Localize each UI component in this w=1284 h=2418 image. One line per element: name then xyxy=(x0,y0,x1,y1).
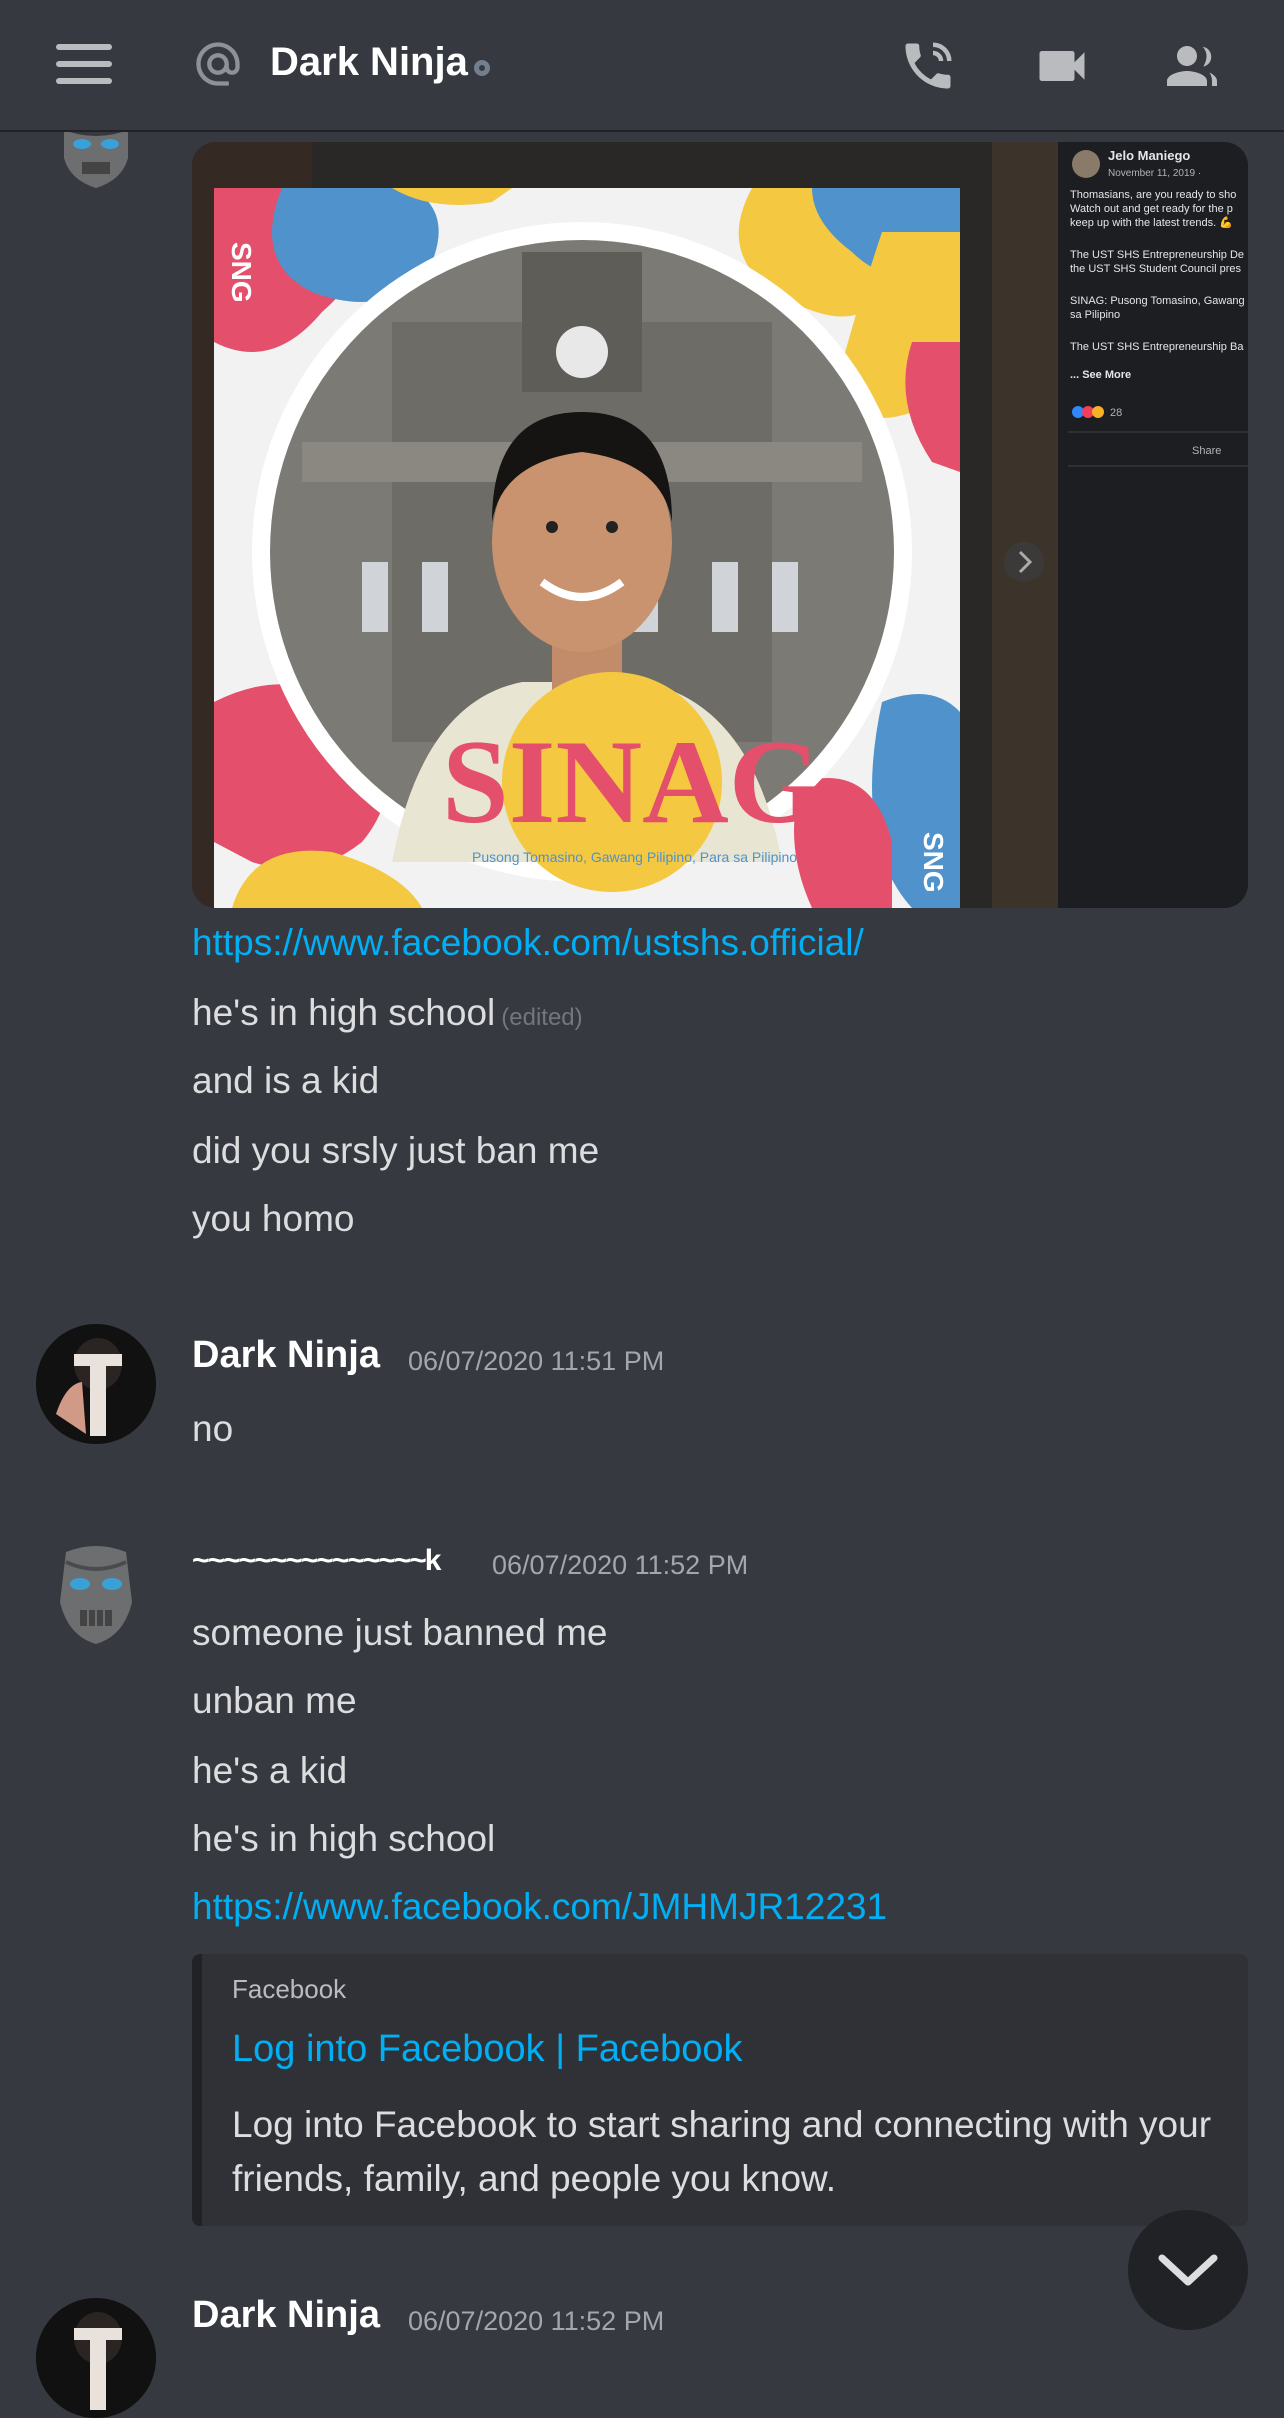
message-text: no xyxy=(192,1408,234,1449)
message-username[interactable]: Dark Ninja xyxy=(192,1334,380,1377)
message-username[interactable]: Dark Ninja xyxy=(192,2294,380,2337)
channel-header: Dark Ninja xyxy=(0,0,1284,132)
message-text: he's a kid xyxy=(192,1750,348,1791)
message-text: did you srsly just ban me xyxy=(192,1130,600,1171)
message-text: unban me xyxy=(192,1680,357,1721)
message-text: he's in high school (edited) xyxy=(192,992,583,1033)
svg-text:Share: Share xyxy=(1192,445,1221,457)
svg-text:Watch out and get ready for th: Watch out and get ready for the p xyxy=(1070,203,1233,215)
jump-to-bottom-button[interactable] xyxy=(1128,2210,1248,2330)
video-icon[interactable] xyxy=(1030,36,1094,96)
image-attachment[interactable]: SINAG Pusong Tomasino, Gawang Pilipino, … xyxy=(192,142,1248,908)
link-embed: Facebook Log into Facebook | Facebook Lo… xyxy=(192,1954,1248,2226)
svg-text:Jelo Maniego: Jelo Maniego xyxy=(1108,148,1190,163)
message-timestamp: 06/07/2020 11:52 PM xyxy=(492,1550,749,1580)
message-text: someone just banned me xyxy=(192,1612,608,1653)
message-timestamp: 06/07/2020 11:52 PM xyxy=(408,2306,665,2336)
svg-text:the UST SHS Student Council pr: the UST SHS Student Council pres xyxy=(1070,263,1241,275)
embed-provider: Facebook xyxy=(232,1974,347,2004)
svg-text:... See More: ... See More xyxy=(1070,369,1131,381)
members-icon[interactable] xyxy=(1160,36,1224,96)
message-link[interactable]: https://www.facebook.com/ustshs.official… xyxy=(192,922,864,964)
svg-text:28: 28 xyxy=(1110,407,1122,419)
message-text: and is a kid xyxy=(192,1060,380,1101)
svg-text:SINAG: Pusong Tomasino, Gawang: SINAG: Pusong Tomasino, Gawang xyxy=(1070,295,1245,307)
svg-text:November 11, 2019 ·: November 11, 2019 · xyxy=(1108,168,1201,179)
svg-text:keep up with the latest trends: keep up with the latest trends. 💪 xyxy=(1070,216,1233,229)
svg-text:SNG: SNG xyxy=(226,242,257,303)
user-avatar[interactable] xyxy=(36,2298,156,2418)
embed-title-link[interactable]: Log into Facebook | Facebook xyxy=(232,2028,743,2071)
edited-label: (edited) xyxy=(501,1004,583,1031)
svg-text:The UST SHS Entrepreneurship B: The UST SHS Entrepreneurship Ba xyxy=(1070,341,1244,353)
svg-text:SNG: SNG xyxy=(918,832,949,893)
svg-text:Pusong Tomasino, Gawang Pilipi: Pusong Tomasino, Gawang Pilipino, Para s… xyxy=(472,849,797,865)
message-text: he's in high school xyxy=(192,1818,496,1859)
at-icon xyxy=(196,42,240,86)
menu-icon[interactable] xyxy=(56,44,112,84)
user-avatar[interactable] xyxy=(36,1532,156,1652)
message-timestamp: 06/07/2020 11:51 PM xyxy=(408,1346,665,1376)
svg-text:Thomasians, are you ready to s: Thomasians, are you ready to sho xyxy=(1070,189,1236,201)
svg-text:The UST SHS Entrepreneurship D: The UST SHS Entrepreneurship De xyxy=(1070,249,1244,261)
channel-title[interactable]: Dark Ninja xyxy=(270,40,468,85)
message-username[interactable]: ~~~~~~~~~~~~~~~k xyxy=(192,1544,441,1578)
embed-description: Log into Facebook to start sharing and c… xyxy=(232,2104,1212,2199)
svg-text:sa Pilipino: sa Pilipino xyxy=(1070,309,1120,321)
chevron-down-icon xyxy=(1158,2254,1218,2286)
user-avatar[interactable] xyxy=(36,1324,156,1444)
status-offline-icon xyxy=(474,60,490,76)
message-link[interactable]: https://www.facebook.com/JMHMJR12231 xyxy=(192,1886,887,1928)
message-text: you homo xyxy=(192,1198,355,1239)
svg-text:SINAG: SINAG xyxy=(442,715,822,848)
call-icon[interactable] xyxy=(896,36,960,96)
